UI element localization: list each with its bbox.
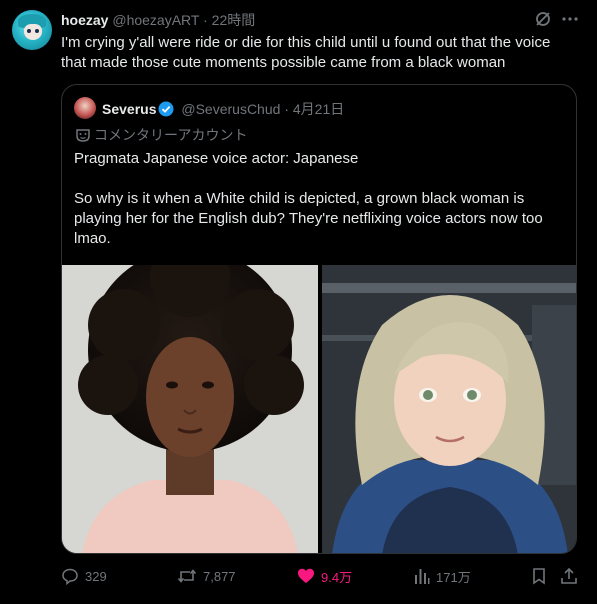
views-count: 171万 — [436, 569, 471, 585]
like-count: 9.4万 — [321, 569, 353, 585]
quote-author-name[interactable]: Severus — [102, 101, 156, 117]
share-button[interactable] — [560, 566, 584, 586]
reply-button[interactable]: 329 — [61, 566, 107, 586]
verified-icon — [158, 101, 174, 117]
commentary-mask-icon — [76, 129, 90, 142]
quote-date[interactable]: 4月21日 — [293, 101, 344, 117]
author-avatar[interactable] — [12, 10, 52, 50]
author-handle[interactable]: @hoezayART — [112, 12, 199, 28]
like-button[interactable]: 9.4万 — [297, 566, 352, 586]
quoted-post[interactable]: Severus @SeverusChud · 4月21日 コメンタリーアカウント… — [61, 84, 577, 554]
more-icon[interactable] — [560, 9, 580, 29]
quote-author-avatar[interactable] — [74, 97, 96, 119]
post-text: I'm crying y'all were ride or die for th… — [61, 34, 551, 71]
quote-author-handle[interactable]: @SeverusChud — [181, 101, 280, 117]
reply-count: 329 — [85, 568, 107, 584]
quote-header: Severus @SeverusChud · 4月21日 — [102, 99, 344, 119]
author-name[interactable]: hoezay — [61, 12, 108, 28]
account-label-text: コメンタリーアカウント — [94, 127, 248, 143]
grok-icon[interactable] — [533, 9, 553, 29]
quote-text: Pragmata Japanese voice actor: Japanese … — [74, 149, 564, 249]
post: hoezay @hoezayART · 22時間 I'm crying y'al… — [0, 0, 597, 604]
repost-button[interactable]: 7,877 — [177, 566, 236, 586]
repost-icon — [177, 569, 197, 583]
account-label: コメンタリーアカウント — [75, 125, 247, 145]
separator: · — [203, 12, 208, 28]
views-button[interactable]: 171万 — [414, 566, 471, 586]
reply-icon — [62, 568, 78, 585]
share-icon — [561, 567, 577, 584]
quote-media — [62, 265, 576, 553]
views-icon — [415, 569, 430, 584]
post-header: hoezay @hoezayART · 22時間 — [61, 10, 255, 30]
character-render[interactable] — [322, 265, 576, 553]
separator: · — [284, 101, 289, 117]
post-time[interactable]: 22時間 — [212, 12, 256, 28]
repost-count: 7,877 — [203, 568, 236, 584]
woman-photo[interactable] — [62, 265, 318, 553]
action-bar: 329 7,877 9.4万 171万 — [61, 566, 581, 590]
bookmark-icon — [533, 568, 545, 585]
quote-paragraph: Pragmata Japanese voice actor: Japanese — [74, 150, 359, 167]
quote-paragraph: So why is it when a White child is depic… — [74, 190, 543, 247]
like-icon — [298, 568, 314, 583]
bookmark-button[interactable] — [531, 566, 553, 586]
